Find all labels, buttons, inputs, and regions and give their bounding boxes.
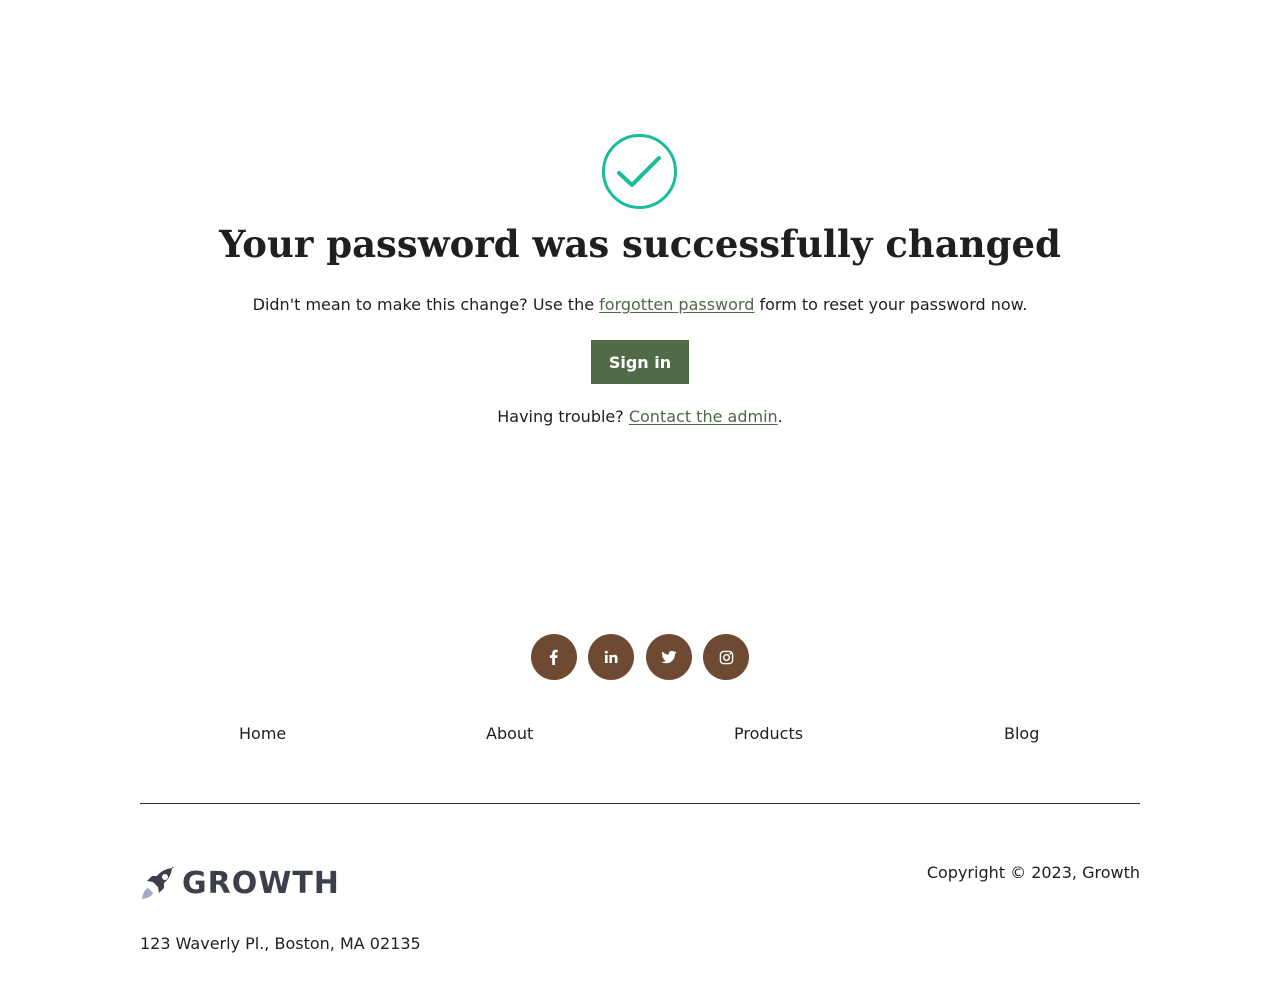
linkedin-icon — [604, 650, 618, 663]
footer-nav-products[interactable]: Products — [734, 723, 803, 745]
page-title: Your password was successfully changed — [219, 222, 1061, 266]
instagram-icon — [719, 650, 733, 664]
facebook-icon — [549, 649, 558, 665]
check-circle-icon — [602, 134, 677, 209]
twitter-icon — [661, 650, 677, 664]
address-text: 123 Waverly Pl., Boston, MA 02135 — [140, 934, 421, 953]
rocket-icon — [142, 867, 174, 899]
change-notice: Didn't mean to make this change? Use the… — [0, 294, 1280, 316]
forgotten-password-link[interactable]: forgotten password — [599, 295, 754, 314]
linkedin-button[interactable] — [588, 634, 634, 680]
sign-in-button[interactable]: Sign in — [591, 340, 689, 384]
footer-nav-home[interactable]: Home — [239, 723, 286, 745]
page: Your password was successfully changed D… — [0, 0, 1280, 1004]
footer-divider — [140, 803, 1140, 804]
trouble-suffix: . — [777, 407, 783, 426]
trouble-notice: Having trouble? Contact the admin. — [0, 406, 1280, 428]
contact-admin-link[interactable]: Contact the admin — [629, 407, 778, 426]
change-notice-prefix: Didn't mean to make this change? Use the — [252, 295, 600, 314]
trouble-prefix: Having trouble? — [497, 407, 629, 426]
growth-logo[interactable]: GROWTH — [140, 866, 340, 902]
logo-wordmark: GROWTH — [182, 866, 340, 901]
twitter-button[interactable] — [646, 634, 692, 680]
copyright-text: Copyright © 2023, Growth — [926, 863, 1140, 882]
footer-nav-about[interactable]: About — [486, 723, 533, 745]
change-notice-suffix: form to reset your password now. — [754, 295, 1028, 314]
footer-nav-blog[interactable]: Blog — [1004, 723, 1039, 745]
instagram-button[interactable] — [703, 634, 749, 680]
facebook-button[interactable] — [531, 634, 577, 680]
